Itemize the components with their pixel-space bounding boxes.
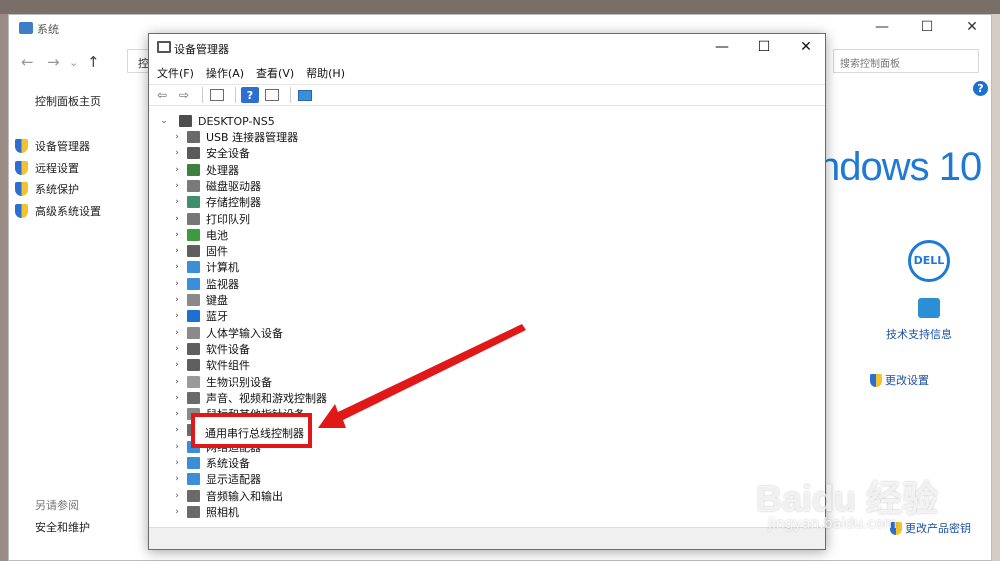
- watermark-logo: Baidu 经验: [756, 478, 939, 519]
- watermark-url: jingyan.baidu.com: [768, 516, 898, 532]
- arrow-shape: [318, 324, 526, 428]
